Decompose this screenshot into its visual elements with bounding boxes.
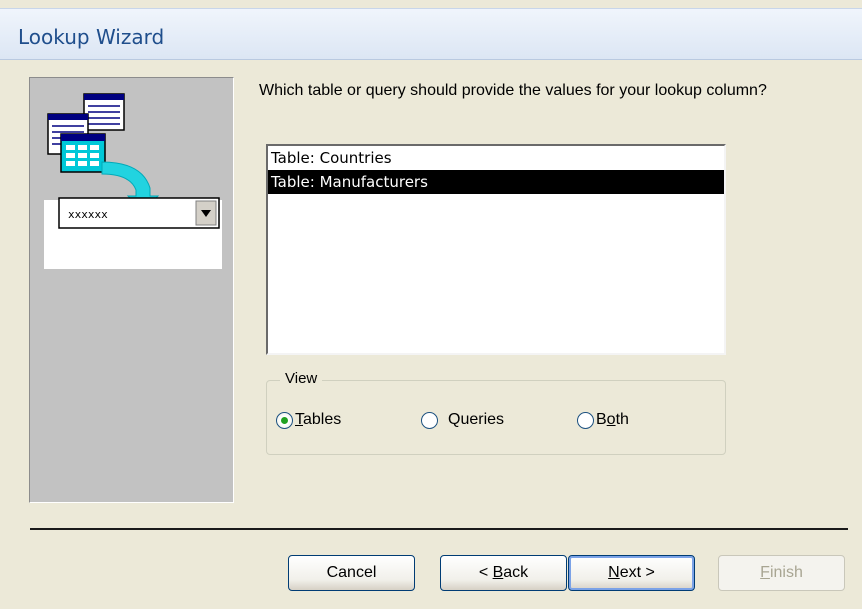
window-title: Lookup Wizard: [18, 25, 165, 49]
view-group-label: View: [280, 370, 323, 387]
title-bar: Lookup Wizard: [0, 8, 862, 60]
next-button[interactable]: Next >: [568, 555, 695, 591]
list-item[interactable]: Table: Countries: [268, 146, 724, 170]
radio-queries[interactable]: Queries: [421, 411, 504, 429]
radio-unchecked-icon: [577, 411, 594, 429]
radio-queries-label: Queries: [448, 411, 505, 428]
tables-illustration-icon: xxxxxx: [44, 93, 222, 269]
finish-button[interactable]: Finish: [718, 555, 845, 591]
button-separator: [30, 528, 848, 530]
radio-checked-icon: [276, 411, 293, 429]
table-query-listbox[interactable]: Table: Countries Table: Manufacturers: [266, 144, 726, 355]
radio-both-label: Both: [596, 411, 629, 428]
radio-tables[interactable]: Tables: [276, 411, 341, 429]
radio-both[interactable]: Both: [577, 411, 629, 429]
back-button[interactable]: < Back: [440, 555, 567, 591]
radio-unchecked-icon: [421, 411, 438, 429]
cancel-button[interactable]: Cancel: [288, 555, 415, 591]
lookup-wizard-window: Lookup Wizard xxxxxx Which table or quer…: [0, 0, 862, 609]
list-item[interactable]: Table: Manufacturers: [268, 170, 724, 194]
svg-text:xxxxxx: xxxxxx: [68, 208, 108, 221]
combo-dropdown-icon: [195, 200, 217, 226]
radio-tables-label: Tables: [295, 411, 342, 428]
wizard-prompt: Which table or query should provide the …: [259, 82, 767, 99]
